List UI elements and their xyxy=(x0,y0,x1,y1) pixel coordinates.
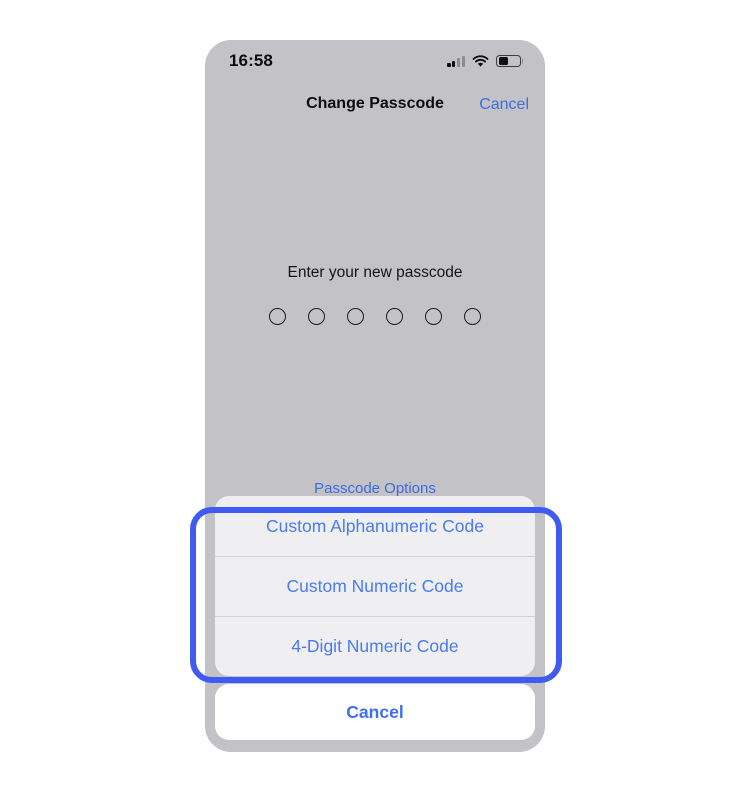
passcode-dot xyxy=(347,308,364,325)
passcode-dot xyxy=(308,308,325,325)
action-sheet-cancel-button[interactable]: Cancel xyxy=(215,684,535,740)
wifi-icon xyxy=(472,54,489,67)
cellular-signal-icon xyxy=(447,55,465,67)
page-canvas: 16:58 Change Passcode Cancel Enter your … xyxy=(0,0,750,800)
passcode-prompt: Enter your new passcode xyxy=(287,264,463,281)
phone-frame: 16:58 Change Passcode Cancel Enter your … xyxy=(205,40,545,752)
passcode-options-link[interactable]: Passcode Options xyxy=(205,480,545,497)
passcode-dot xyxy=(386,308,403,325)
status-bar: 16:58 xyxy=(205,40,545,82)
action-sheet-options-group: Custom Alphanumeric Code Custom Numeric … xyxy=(215,496,535,676)
action-sheet-item-custom-alphanumeric-code[interactable]: Custom Alphanumeric Code xyxy=(215,496,535,556)
action-sheet-item-4-digit-numeric-code[interactable]: 4-Digit Numeric Code xyxy=(215,616,535,676)
nav-cancel-button[interactable]: Cancel xyxy=(479,96,529,114)
passcode-dot xyxy=(425,308,442,325)
action-sheet: Custom Alphanumeric Code Custom Numeric … xyxy=(215,496,535,740)
battery-icon xyxy=(496,54,524,68)
action-sheet-item-custom-numeric-code[interactable]: Custom Numeric Code xyxy=(215,556,535,616)
passcode-dot xyxy=(464,308,481,325)
passcode-dot xyxy=(269,308,286,325)
navigation-bar: Change Passcode Cancel xyxy=(205,82,545,128)
status-icons xyxy=(447,54,524,68)
status-time: 16:58 xyxy=(229,51,273,70)
passcode-dots[interactable] xyxy=(205,308,545,325)
